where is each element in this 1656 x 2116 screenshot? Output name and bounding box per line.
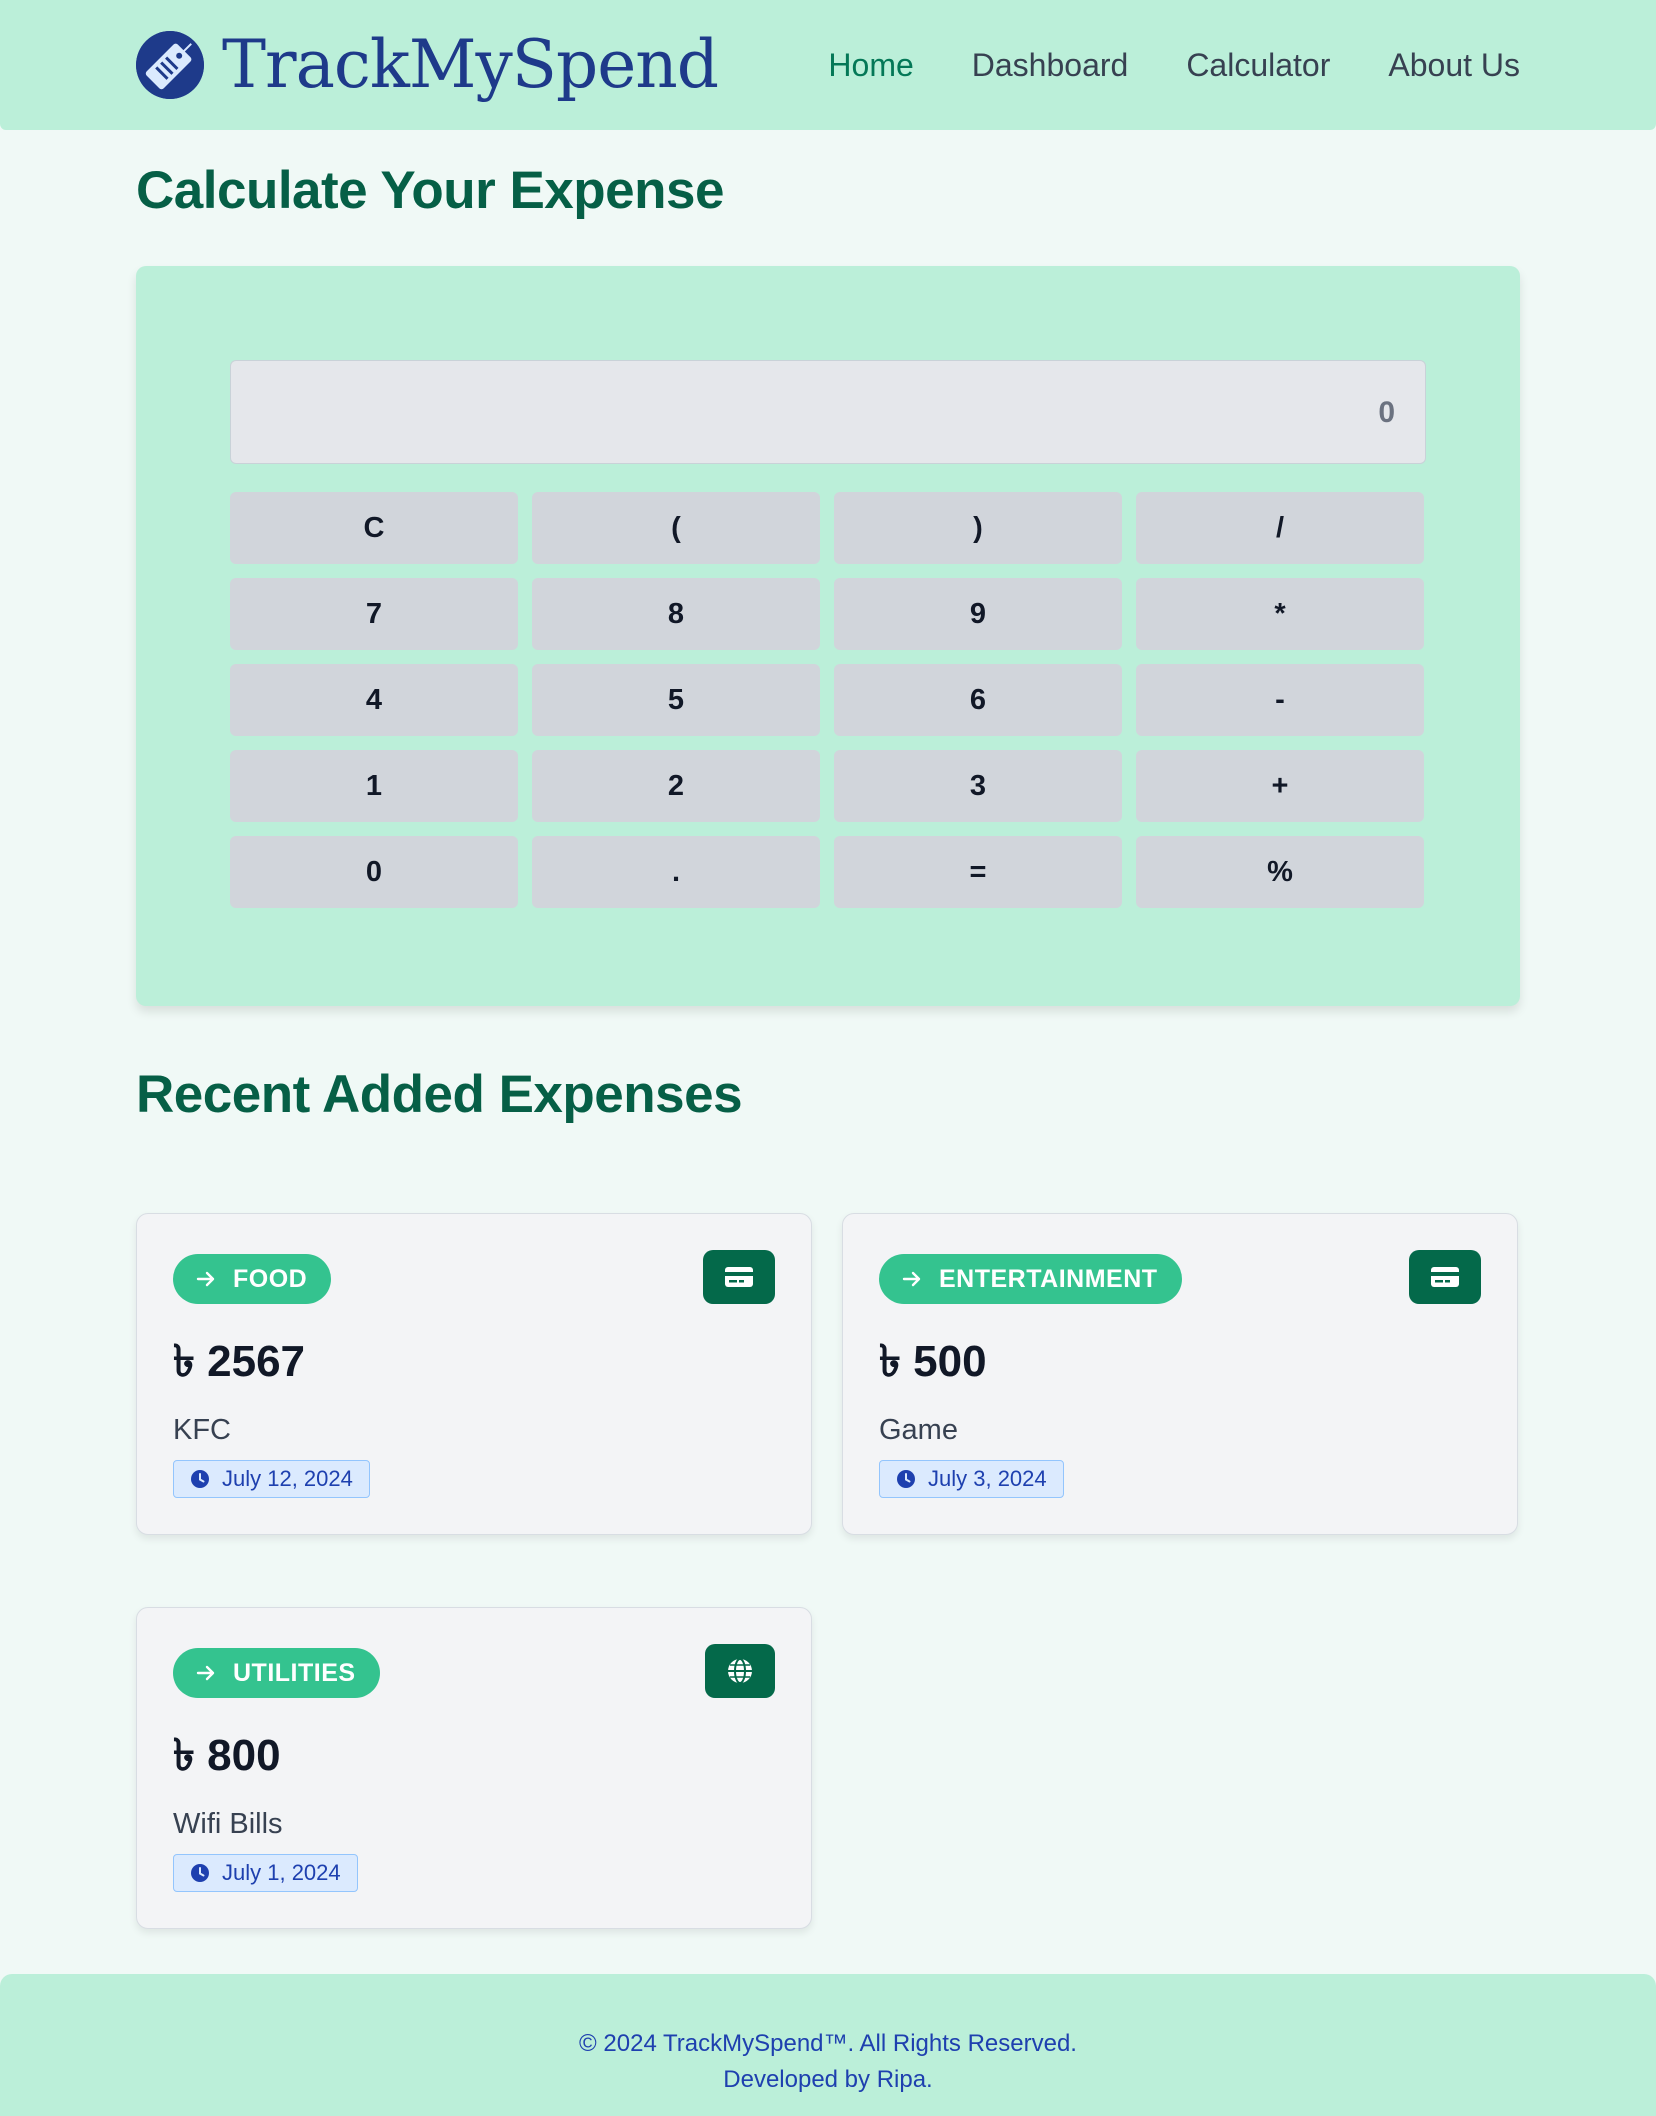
key-divide[interactable]: / — [1136, 492, 1424, 564]
credit-card-icon[interactable] — [1409, 1250, 1481, 1304]
credit-card-icon[interactable] — [703, 1250, 775, 1304]
key-decimal[interactable]: . — [532, 836, 820, 908]
category-badge: ENTERTAINMENT — [879, 1254, 1182, 1304]
key-clear[interactable]: C — [230, 492, 518, 564]
nav-item-about-us[interactable]: About Us — [1388, 47, 1520, 84]
nav-item-calculator[interactable]: Calculator — [1186, 47, 1330, 84]
calculator-panel: 0 C ( ) / 7 8 9 * 4 5 6 - 1 2 3 + 0 . = … — [136, 266, 1520, 1006]
calculator-keypad: C ( ) / 7 8 9 * 4 5 6 - 1 2 3 + 0 . = % — [230, 492, 1426, 908]
expense-description: KFC — [173, 1414, 231, 1446]
expense-date: July 12, 2024 — [173, 1460, 370, 1498]
expense-card[interactable]: ENTERTAINMENT ৳ 500 Game July 3, 2024 — [842, 1213, 1518, 1535]
category-label: ENTERTAINMENT — [939, 1264, 1158, 1293]
key-multiply[interactable]: * — [1136, 578, 1424, 650]
category-label: UTILITIES — [233, 1658, 356, 1687]
nav-item-dashboard[interactable]: Dashboard — [972, 47, 1129, 84]
key-equals[interactable]: = — [834, 836, 1122, 908]
key-open-paren[interactable]: ( — [532, 492, 820, 564]
expense-card[interactable]: FOOD ৳ 2567 KFC July 12, 2024 — [136, 1213, 812, 1535]
calculator-title: Calculate Your Expense — [136, 161, 724, 220]
expense-amount: ৳ 2567 — [173, 1337, 306, 1386]
clock-icon — [190, 1469, 210, 1489]
key-5[interactable]: 5 — [532, 664, 820, 736]
key-4[interactable]: 4 — [230, 664, 518, 736]
clock-icon — [190, 1863, 210, 1883]
key-add[interactable]: + — [1136, 750, 1424, 822]
globe-icon[interactable] — [705, 1644, 775, 1698]
arrow-right-icon — [901, 1268, 923, 1290]
expense-amount: ৳ 800 — [173, 1731, 281, 1780]
date-label: July 3, 2024 — [928, 1466, 1047, 1491]
category-label: FOOD — [233, 1264, 308, 1293]
footer: © 2024 TrackMySpend™. All Rights Reserve… — [0, 1974, 1656, 2116]
key-9[interactable]: 9 — [834, 578, 1122, 650]
nav-item-home[interactable]: Home — [828, 47, 913, 84]
recent-expenses-title: Recent Added Expenses — [136, 1065, 743, 1124]
key-0[interactable]: 0 — [230, 836, 518, 908]
key-2[interactable]: 2 — [532, 750, 820, 822]
key-6[interactable]: 6 — [834, 664, 1122, 736]
price-tag-icon — [136, 31, 204, 99]
date-label: July 1, 2024 — [222, 1860, 341, 1885]
expense-date: July 3, 2024 — [879, 1460, 1064, 1498]
key-subtract[interactable]: - — [1136, 664, 1424, 736]
key-close-paren[interactable]: ) — [834, 492, 1122, 564]
key-1[interactable]: 1 — [230, 750, 518, 822]
calculator-display: 0 — [230, 360, 1426, 464]
footer-credit: Developed by Ripa. — [723, 2066, 933, 2093]
footer-copyright: © 2024 TrackMySpend™. All Rights Reserve… — [579, 2030, 1077, 2057]
category-badge: UTILITIES — [173, 1648, 380, 1698]
clock-icon — [896, 1469, 916, 1489]
expense-card[interactable]: UTILITIES ৳ 800 Wifi Bills July 1, 2024 — [136, 1607, 812, 1929]
key-7[interactable]: 7 — [230, 578, 518, 650]
brand-name: TrackMySpend — [222, 26, 719, 103]
expense-description: Game — [879, 1414, 958, 1446]
arrow-right-icon — [195, 1662, 217, 1684]
key-3[interactable]: 3 — [834, 750, 1122, 822]
brand[interactable]: TrackMySpend — [136, 26, 719, 104]
arrow-right-icon — [195, 1268, 217, 1290]
category-badge: FOOD — [173, 1254, 332, 1304]
date-label: July 12, 2024 — [222, 1466, 353, 1491]
key-percent[interactable]: % — [1136, 836, 1424, 908]
expense-description: Wifi Bills — [173, 1808, 283, 1840]
key-8[interactable]: 8 — [532, 578, 820, 650]
top-navbar: TrackMySpend Home Dashboard Calculator A… — [0, 0, 1656, 130]
expense-date: July 1, 2024 — [173, 1854, 358, 1892]
expense-amount: ৳ 500 — [879, 1337, 987, 1386]
nav-links: Home Dashboard Calculator About Us — [828, 40, 1520, 90]
